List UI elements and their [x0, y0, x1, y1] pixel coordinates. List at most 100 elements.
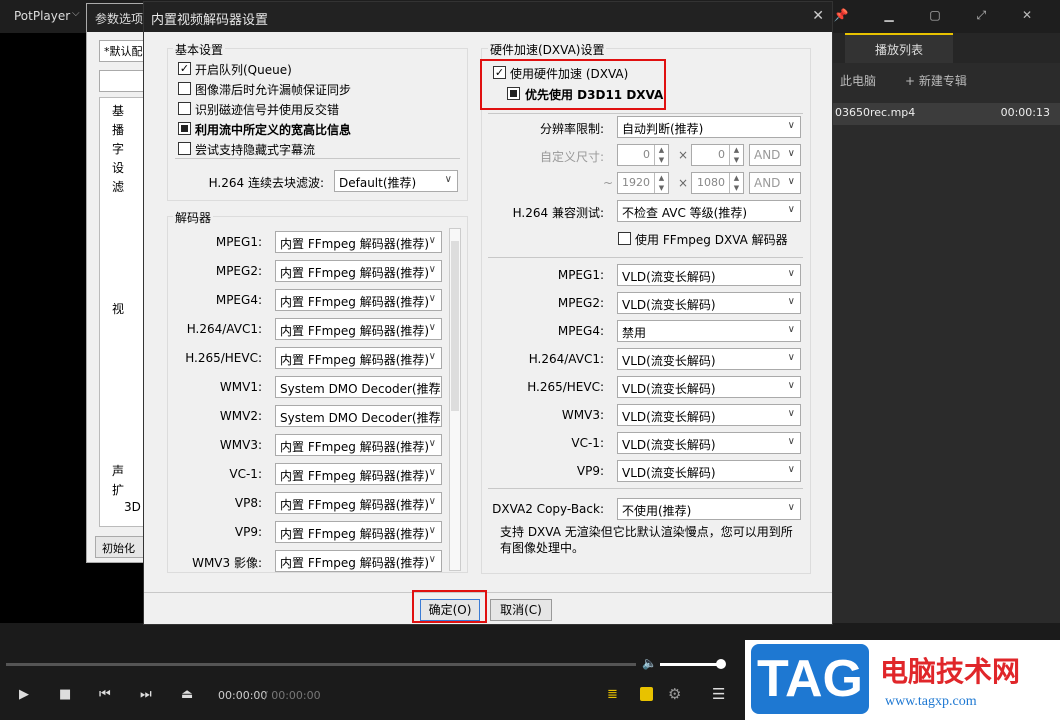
chevron-down-icon: ∨ — [787, 352, 795, 363]
dxva-select[interactable]: VLD(流变长解码) ∨ — [617, 432, 801, 454]
dxva-label: WMV3: — [561, 408, 604, 422]
decoder-select[interactable]: System DMO Decoder(推荐) ∨ — [275, 376, 442, 398]
dxva-select[interactable]: VLD(流变长解码) ∨ — [617, 460, 801, 482]
select-value: AND — [754, 148, 781, 162]
decoder-select[interactable]: 内置 FFmpeg 解码器(推荐) ∨ — [275, 434, 442, 456]
dxva-select[interactable]: VLD(流变长解码) ∨ — [617, 404, 801, 426]
height-max-stepper[interactable]: 1080 ▲ ▼ — [691, 172, 744, 194]
decoder-select[interactable]: 内置 FFmpeg 解码器(推荐) ∨ — [275, 550, 442, 572]
watermark-title: 电脑技术网 — [880, 655, 1021, 688]
scrollbar[interactable] — [449, 228, 461, 571]
and-select-2[interactable]: AND ∨ — [749, 172, 801, 194]
res-limit-select[interactable]: 自动判断(推荐) ∨ — [617, 116, 801, 138]
tree-item[interactable]: 基 — [112, 102, 124, 119]
tree-item[interactable]: 设 — [112, 159, 124, 176]
this-pc-button[interactable]: 此电脑 — [840, 72, 876, 89]
tree-item[interactable]: 3D — [124, 500, 141, 514]
chevron-down-icon: ∨ — [787, 268, 795, 279]
res-limit-label: 分辨率限制: — [539, 122, 604, 136]
dxva-select[interactable]: VLD(流变长解码) ∨ — [617, 292, 801, 314]
chevron-down-icon: ∨ — [428, 554, 436, 565]
chevron-down-icon: ∨ — [787, 502, 795, 513]
width-max-stepper[interactable]: 1920 ▲ ▼ — [617, 172, 669, 194]
decoder-select[interactable]: 内置 FFmpeg 解码器(推荐) ∨ — [275, 260, 442, 282]
select-value: System DMO Decoder(推荐) — [280, 382, 442, 396]
basic-option-checkbox[interactable] — [178, 142, 191, 155]
decoder-label: MPEG2: — [215, 264, 262, 278]
previous-icon[interactable]: ⏮ — [99, 687, 111, 702]
gear-icon[interactable]: ⚙ — [668, 685, 681, 703]
dxva-select[interactable]: VLD(流变长解码) ∨ — [617, 376, 801, 398]
next-icon[interactable]: ⏭ — [140, 687, 152, 702]
stepper-arrows[interactable]: ▲ ▼ — [729, 145, 743, 165]
h264-deblock-select[interactable]: Default(推荐) ∨ — [334, 170, 458, 192]
ffmpeg-dxva-checkbox[interactable] — [618, 232, 631, 245]
subtitle-search-icon[interactable]: ≣ — [607, 687, 618, 702]
volume-knob[interactable] — [716, 659, 726, 669]
stop-icon[interactable]: ■ — [59, 687, 71, 702]
select-value: VLD(流变长解码) — [622, 410, 716, 424]
h264-compat-select[interactable]: 不检查 AVC 等级(推荐) ∨ — [617, 200, 801, 222]
cancel-button[interactable]: 取消(C) — [490, 599, 552, 621]
select-value: VLD(流变长解码) — [622, 382, 716, 396]
prefer-d3d11-checkbox[interactable] — [507, 87, 520, 100]
width-min-stepper[interactable]: 0 ▲ ▼ — [617, 144, 669, 166]
note-icon[interactable] — [640, 687, 653, 701]
tree-item[interactable]: 滤 — [112, 178, 124, 195]
chevron-down-icon: ∨ — [787, 324, 795, 335]
volume-slider[interactable] — [660, 663, 722, 666]
tab-playlist[interactable]: 播放列表 — [845, 33, 953, 63]
dxva-select[interactable]: VLD(流变长解码) ∨ — [617, 264, 801, 286]
tree-item[interactable]: 扩 — [112, 481, 124, 498]
window-controls[interactable]: 📌 ▁ ▢ ⤢ ✕ — [834, 8, 1048, 23]
stepper-arrows[interactable]: ▲ ▼ — [729, 173, 743, 193]
play-icon[interactable]: ▶ — [19, 687, 29, 702]
select-value: 不检查 AVC 等级(推荐) — [622, 206, 748, 220]
decoder-select[interactable]: 内置 FFmpeg 解码器(推荐) ∨ — [275, 231, 442, 253]
basic-option-checkbox[interactable] — [178, 102, 191, 115]
tree-item[interactable]: 视 — [112, 300, 124, 317]
use-hw-label: 使用硬件加速 (DXVA) — [510, 67, 629, 81]
dxva-label: H.265/HEVC: — [527, 380, 604, 394]
use-hw-checkbox[interactable]: ✓ — [493, 66, 506, 79]
app-name[interactable]: PotPlayer — [14, 9, 70, 23]
tree-item[interactable]: 字 — [112, 140, 124, 157]
chevron-down-icon[interactable]: ⌵ — [72, 8, 80, 19]
decoder-select[interactable]: 内置 FFmpeg 解码器(推荐) ∨ — [275, 463, 442, 485]
stepper-arrows[interactable]: ▲ ▼ — [654, 173, 668, 193]
and-select-1[interactable]: AND ∨ — [749, 144, 801, 166]
basic-option-checkbox[interactable] — [178, 122, 191, 135]
decoder-select[interactable]: 内置 FFmpeg 解码器(推荐) ∨ — [275, 492, 442, 514]
select-value: VLD(流变长解码) — [622, 298, 716, 312]
scrollbar-thumb[interactable] — [451, 241, 459, 411]
select-value: 内置 FFmpeg 解码器(推荐) — [280, 556, 430, 570]
decoder-select[interactable]: 内置 FFmpeg 解码器(推荐) ∨ — [275, 347, 442, 369]
stepper-arrows[interactable]: ▲ ▼ — [654, 145, 668, 165]
dxva-label: MPEG1: — [557, 268, 604, 282]
height-min-stepper[interactable]: 0 ▲ ▼ — [691, 144, 744, 166]
seek-bar[interactable] — [6, 663, 636, 666]
decoder-select[interactable]: 内置 FFmpeg 解码器(推荐) ∨ — [275, 289, 442, 311]
decoder-select[interactable]: System DMO Decoder(推荐) ∨ — [275, 405, 442, 427]
new-album-button[interactable]: + 新建专辑 — [905, 72, 967, 89]
menu-icon[interactable]: ☰ — [712, 685, 725, 703]
dxva-select[interactable]: 禁用 ∨ — [617, 320, 801, 342]
chevron-down-icon: ∨ — [787, 296, 795, 307]
tree-item[interactable]: 播 — [112, 121, 124, 138]
chevron-down-icon: ∨ — [787, 176, 795, 187]
decoder-select[interactable]: 内置 FFmpeg 解码器(推荐) ∨ — [275, 521, 442, 543]
eject-icon[interactable]: ⏏ — [181, 687, 193, 702]
tree-item[interactable]: 声 — [112, 462, 124, 479]
ok-button[interactable]: 确定(O) — [420, 599, 480, 621]
copyback-select[interactable]: 不使用(推荐) ∨ — [617, 498, 801, 520]
decoder-label: MPEG4: — [215, 293, 262, 307]
volume-icon[interactable]: 🔈 — [642, 656, 657, 670]
basic-option-checkbox[interactable] — [178, 82, 191, 95]
basic-option-checkbox[interactable]: ✓ — [178, 62, 191, 75]
chevron-down-icon: ∨ — [428, 467, 436, 478]
chevron-down-icon: ∨ — [428, 264, 436, 275]
dxva-select[interactable]: VLD(流变长解码) ∨ — [617, 348, 801, 370]
chevron-down-icon: ∨ — [787, 148, 795, 159]
decoder-select[interactable]: 内置 FFmpeg 解码器(推荐) ∨ — [275, 318, 442, 340]
close-icon[interactable]: ✕ — [812, 8, 824, 24]
